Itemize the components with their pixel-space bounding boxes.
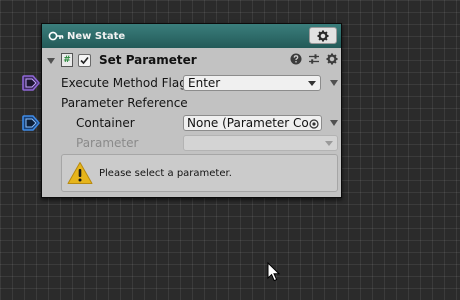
execute-method-flag-value: Enter [188, 76, 221, 90]
foldout-arrow-icon[interactable] [47, 57, 55, 64]
help-message: Please select a parameter. [99, 167, 232, 179]
mouse-cursor-icon [267, 262, 281, 282]
container-object-field[interactable]: None (Parameter Con [183, 115, 322, 131]
state-header[interactable]: New State [42, 24, 341, 48]
state-icon [48, 31, 64, 41]
help-icon[interactable] [290, 53, 302, 65]
container-label: Container [76, 116, 135, 130]
warning-icon [67, 162, 93, 184]
chevron-down-icon [325, 141, 333, 146]
container-row: Container None (Parameter Con [42, 113, 341, 133]
chevron-down-icon [308, 81, 316, 86]
behaviour-enabled-checkbox[interactable] [78, 53, 91, 67]
object-picker-icon[interactable] [309, 119, 319, 129]
container-input-port[interactable] [21, 114, 41, 132]
execute-method-flag-label: Execute Method Flag [61, 76, 187, 90]
help-box: Please select a parameter. [61, 154, 338, 192]
parameter-label: Parameter [76, 136, 139, 150]
gear-icon [317, 30, 329, 41]
parameter-reference-row: Parameter Reference [42, 93, 341, 113]
parameter-row: Parameter [42, 133, 341, 153]
flow-input-port[interactable] [21, 74, 41, 92]
state-settings-button[interactable] [309, 27, 337, 44]
execute-method-flag-dropdown[interactable]: Enter [183, 75, 321, 91]
state-title: New State [67, 30, 126, 42]
gear-icon[interactable] [326, 53, 338, 65]
field-menu-icon[interactable] [330, 80, 338, 86]
behaviour-header[interactable]: # Set Parameter [42, 50, 341, 70]
state-node[interactable]: New State # Set Parameter Execute Method… [41, 23, 342, 198]
container-value: None (Parameter Con [187, 116, 317, 130]
preset-icon[interactable] [308, 53, 320, 65]
script-icon: # [61, 53, 73, 67]
behaviour-title: Set Parameter [99, 53, 197, 67]
parameter-dropdown [183, 135, 338, 151]
checkmark-icon [80, 56, 89, 64]
field-menu-icon[interactable] [330, 120, 338, 126]
execute-method-flag-row: Execute Method Flag Enter [42, 73, 341, 93]
parameter-reference-label: Parameter Reference [61, 96, 188, 110]
